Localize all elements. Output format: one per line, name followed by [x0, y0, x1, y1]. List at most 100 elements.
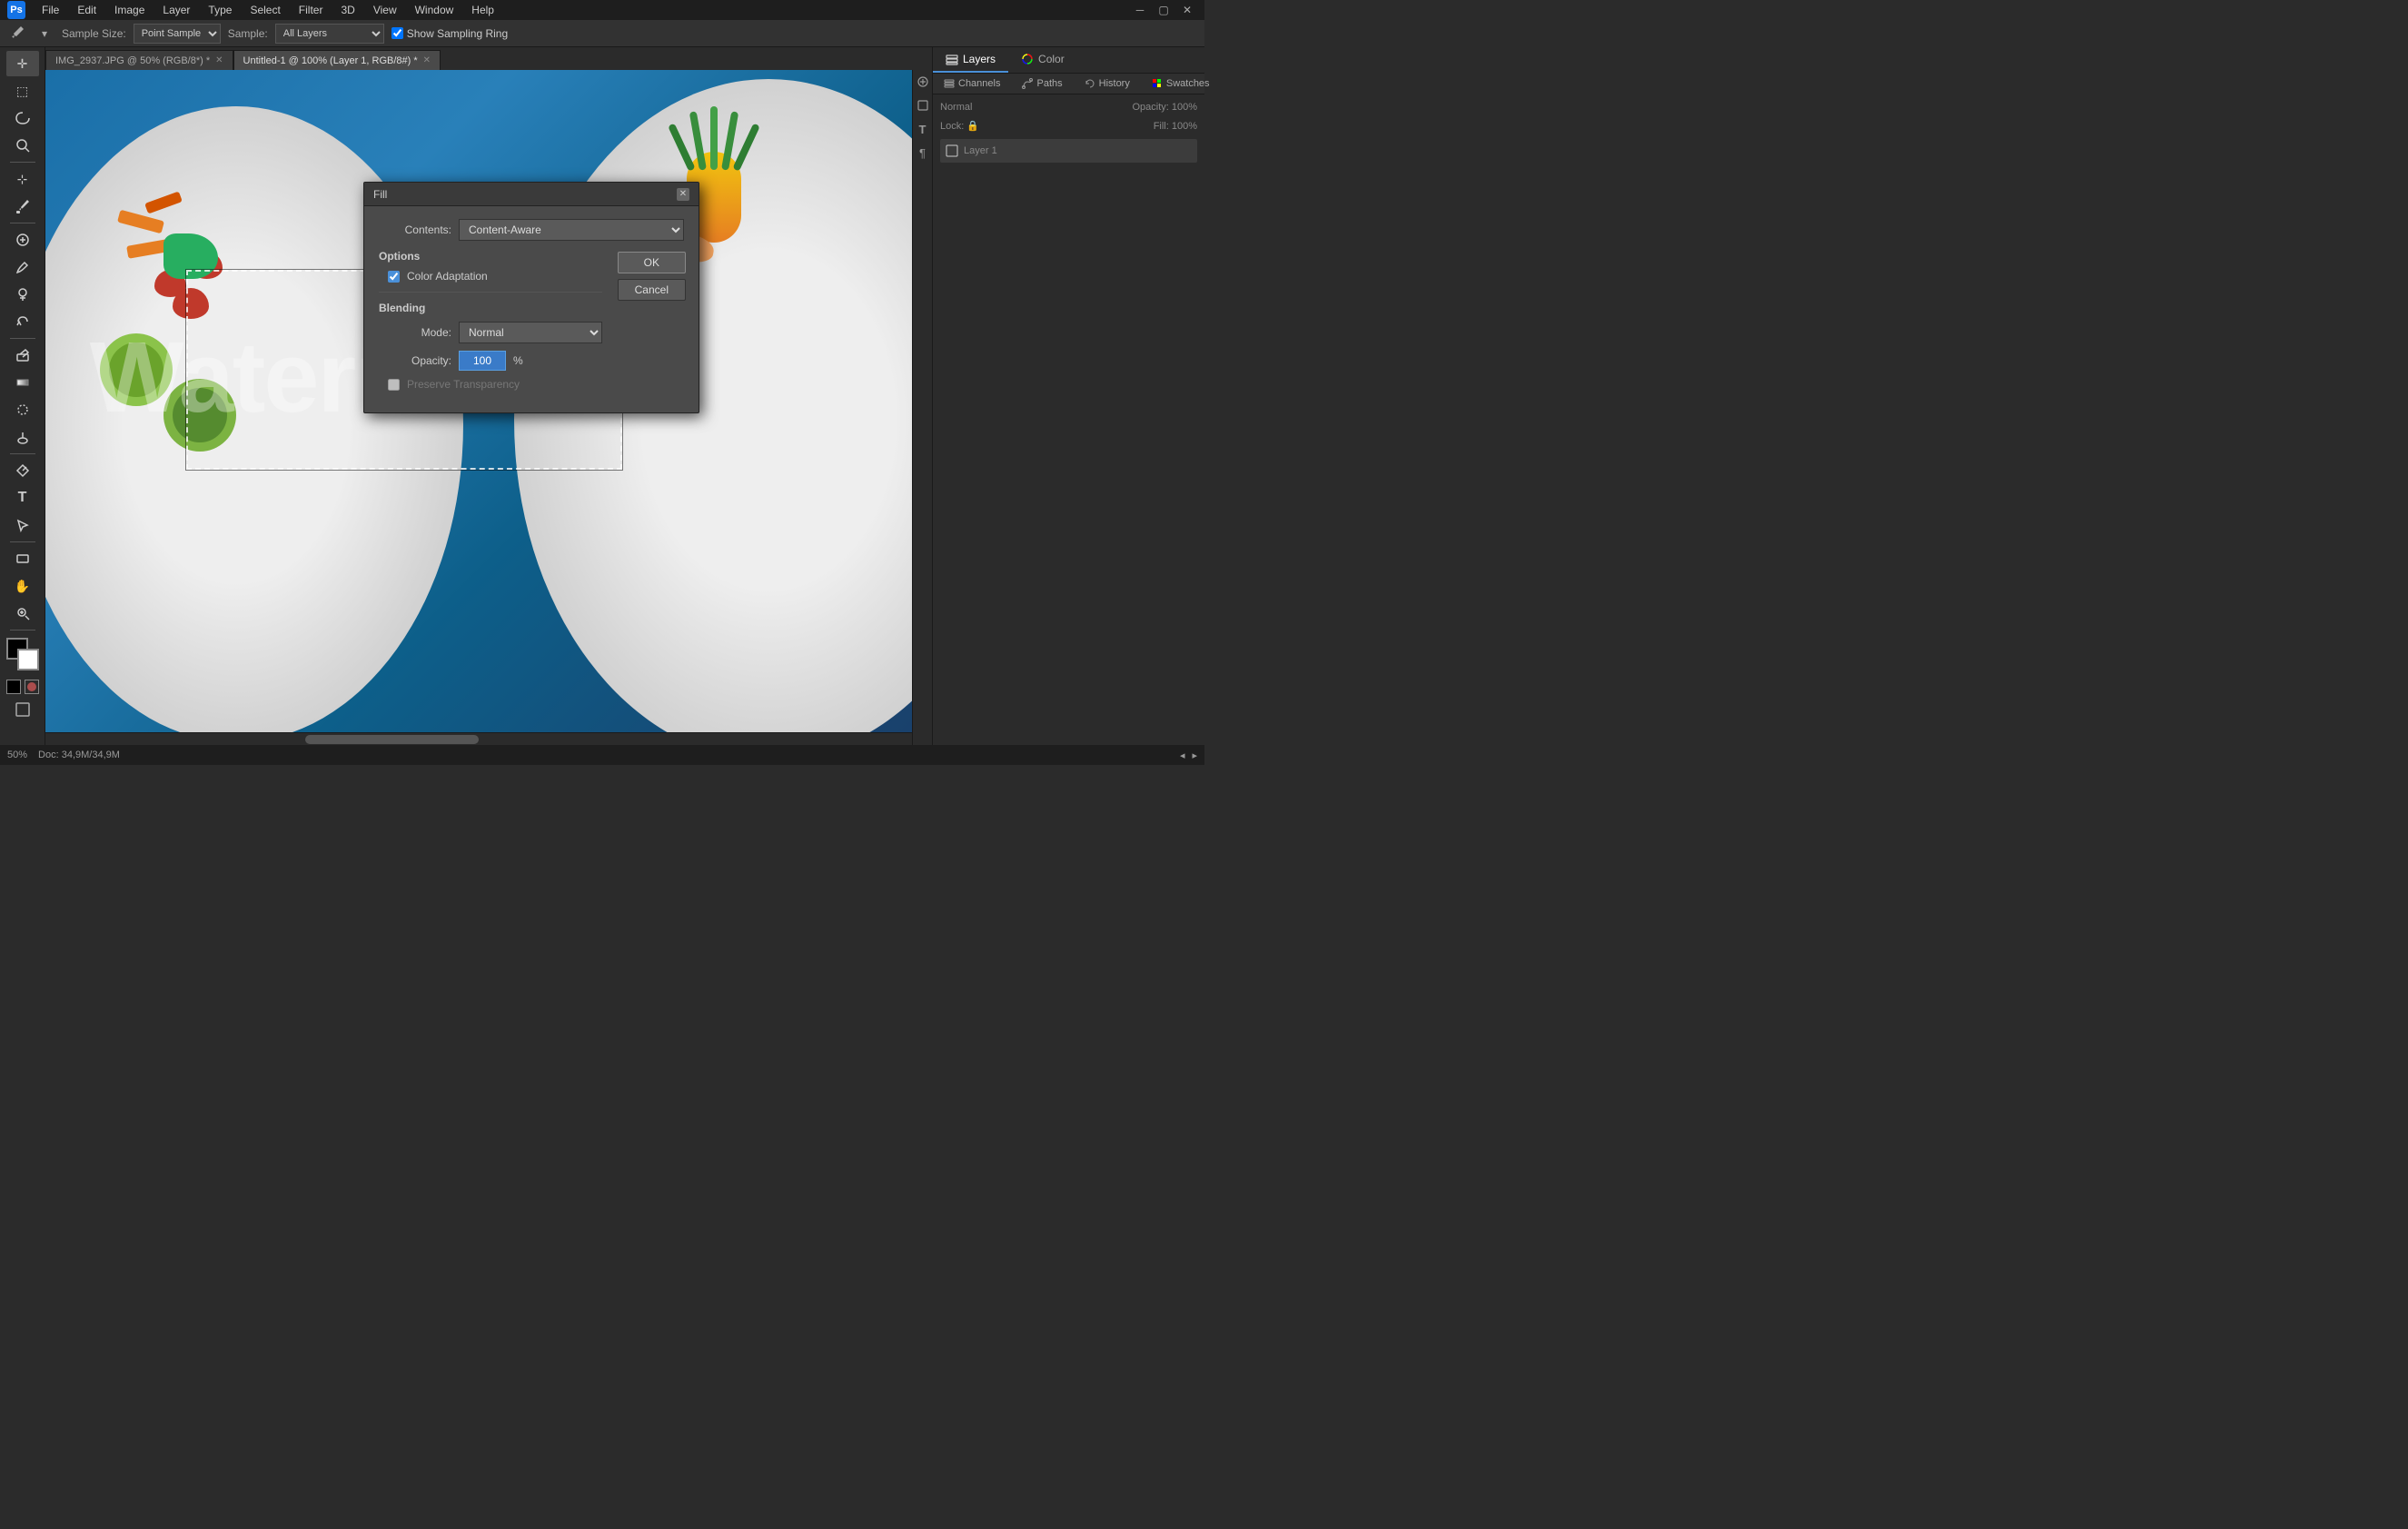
doc-info: Doc: 34,9M/34,9M: [38, 750, 120, 760]
show-sampling-ring-label[interactable]: Show Sampling Ring: [391, 27, 508, 40]
sample-select[interactable]: All Layers: [275, 24, 384, 44]
menu-help[interactable]: Help: [464, 2, 501, 18]
menu-bar: Ps File Edit Image Layer Type Select Fil…: [0, 0, 1204, 20]
clone-stamp-tool[interactable]: [6, 282, 39, 307]
mode-label: Mode:: [379, 326, 451, 339]
scroll-right-btn[interactable]: ▸: [1192, 750, 1197, 761]
layers-icon: [946, 53, 958, 65]
fill-ok-button[interactable]: OK: [618, 252, 686, 273]
show-sampling-ring-checkbox[interactable]: [391, 27, 403, 39]
menu-edit[interactable]: Edit: [70, 2, 104, 18]
tab-close-untitled1[interactable]: ✕: [423, 55, 431, 65]
menu-filter[interactable]: Filter: [292, 2, 331, 18]
vert-icon-2[interactable]: [915, 99, 931, 115]
eyedropper-tool[interactable]: [6, 194, 39, 219]
preserve-transparency-label: Preserve Transparency: [407, 378, 520, 391]
eyedropper-tool-options-icon: [7, 24, 27, 44]
menu-window[interactable]: Window: [408, 2, 461, 18]
move-tool[interactable]: ✛: [6, 51, 39, 76]
ps-logo: Ps: [7, 1, 25, 19]
close-button[interactable]: ✕: [1177, 0, 1197, 20]
panel-tab-color-label: Color: [1038, 53, 1065, 65]
right-panel: Layers Color Channels: [932, 47, 1204, 745]
minimize-button[interactable]: ─: [1130, 0, 1150, 20]
mode-select[interactable]: Normal Dissolve Darken Multiply Overlay …: [459, 322, 602, 343]
foreground-background-colors[interactable]: [6, 638, 39, 670]
preserve-transparency-row: Preserve Transparency: [379, 378, 602, 391]
tab-untitled1[interactable]: Untitled-1 @ 100% (Layer 1, RGB/8#) * ✕: [233, 50, 441, 70]
history-icon: [1085, 78, 1095, 89]
panel-tab-color[interactable]: Color: [1008, 47, 1077, 73]
crop-tool[interactable]: ⊹: [6, 166, 39, 192]
panel-tab-layers-label: Layers: [963, 53, 996, 65]
zoom-tool[interactable]: [6, 601, 39, 626]
lasso-tool[interactable]: [6, 105, 39, 131]
fill-dialog-close[interactable]: ✕: [677, 188, 689, 201]
fill-dialog-buttons: OK Cancel: [618, 252, 686, 301]
vert-side-icons: T ¶: [912, 70, 932, 745]
menu-3d[interactable]: 3D: [333, 2, 362, 18]
panel-subtab-paths[interactable]: Paths: [1011, 74, 1073, 94]
tabs-bar: IMG_2937.JPG @ 50% (RGB/8*) * ✕ Untitled…: [45, 47, 932, 70]
hand-tool[interactable]: ✋: [6, 573, 39, 599]
fill-dialog-titlebar[interactable]: Fill ✕: [364, 183, 699, 206]
menu-layer[interactable]: Layer: [155, 2, 197, 18]
status-bar: 50% Doc: 34,9M/34,9M ◂ ▸: [0, 745, 1204, 765]
vert-icon-para[interactable]: ¶: [915, 146, 931, 163]
menu-type[interactable]: Type: [201, 2, 239, 18]
sample-size-select[interactable]: Point Sample: [134, 24, 221, 44]
right-panel-tabs: Layers Color: [933, 47, 1204, 74]
options-section-label: Options: [379, 250, 602, 263]
contents-select[interactable]: Content-Aware Foreground Color Backgroun…: [459, 219, 684, 241]
panel-subtab-history[interactable]: History: [1074, 74, 1141, 94]
panel-content: Normal Opacity: 100% Lock: 🔒 Fill: 100% …: [933, 94, 1204, 745]
pen-tool[interactable]: [6, 458, 39, 483]
quick-mask-off[interactable]: [6, 680, 21, 694]
panel-tab-layers[interactable]: Layers: [933, 47, 1008, 73]
vert-icon-text[interactable]: T: [915, 123, 931, 139]
text-tool[interactable]: T: [6, 485, 39, 511]
color-adaptation-checkbox[interactable]: [388, 271, 400, 283]
eraser-tool[interactable]: [6, 343, 39, 368]
dodge-tool[interactable]: [6, 424, 39, 450]
zoom-level: 50%: [7, 750, 27, 760]
menu-select[interactable]: Select: [243, 2, 287, 18]
hscroll-thumb[interactable]: [305, 735, 479, 744]
tab-close-img2937[interactable]: ✕: [215, 55, 223, 65]
gradient-tool[interactable]: [6, 370, 39, 395]
hscroll[interactable]: [45, 732, 912, 745]
healing-tool[interactable]: [6, 227, 39, 253]
brush-tool[interactable]: [6, 254, 39, 280]
blur-tool[interactable]: [6, 397, 39, 422]
tab-img2937[interactable]: IMG_2937.JPG @ 50% (RGB/8*) * ✕: [45, 50, 233, 70]
background-color[interactable]: [17, 649, 39, 670]
panel-subtab-swatches[interactable]: Swatches: [1141, 74, 1221, 94]
options-arrow-icon: ▾: [35, 24, 55, 44]
color-adaptation-row: Color Adaptation: [379, 270, 602, 283]
sample-label: Sample:: [228, 27, 268, 40]
menu-image[interactable]: Image: [107, 2, 152, 18]
path-selection-tool[interactable]: [6, 512, 39, 538]
quick-mask-on[interactable]: [25, 680, 39, 694]
menu-file[interactable]: File: [35, 2, 66, 18]
fill-cancel-button[interactable]: Cancel: [618, 279, 686, 301]
maximize-button[interactable]: ▢: [1154, 0, 1174, 20]
contents-row: Contents: Content-Aware Foreground Color…: [379, 219, 684, 241]
vert-icon-1[interactable]: [915, 75, 931, 92]
opacity-input[interactable]: [459, 351, 506, 371]
toolbar-separator-1: [10, 162, 35, 163]
rectangle-tool[interactable]: [6, 546, 39, 571]
menu-view[interactable]: View: [366, 2, 404, 18]
quick-selection-tool[interactable]: [6, 133, 39, 158]
blending-section-label: Blending: [379, 302, 602, 314]
marquee-tool[interactable]: ⬚: [6, 78, 39, 104]
scroll-left-btn[interactable]: ◂: [1180, 750, 1185, 761]
options-bar: ▾ Sample Size: Point Sample Sample: All …: [0, 20, 1204, 47]
right-panel-subtabs: Channels Paths History Swatch: [933, 74, 1204, 94]
preserve-transparency-checkbox[interactable]: [388, 379, 400, 391]
opacity-label: Opacity:: [379, 354, 451, 367]
history-brush-tool[interactable]: [6, 309, 39, 334]
panel-subtab-channels[interactable]: Channels: [933, 74, 1011, 94]
screen-mode-btn[interactable]: [15, 701, 31, 720]
color-icon: [1021, 53, 1034, 65]
